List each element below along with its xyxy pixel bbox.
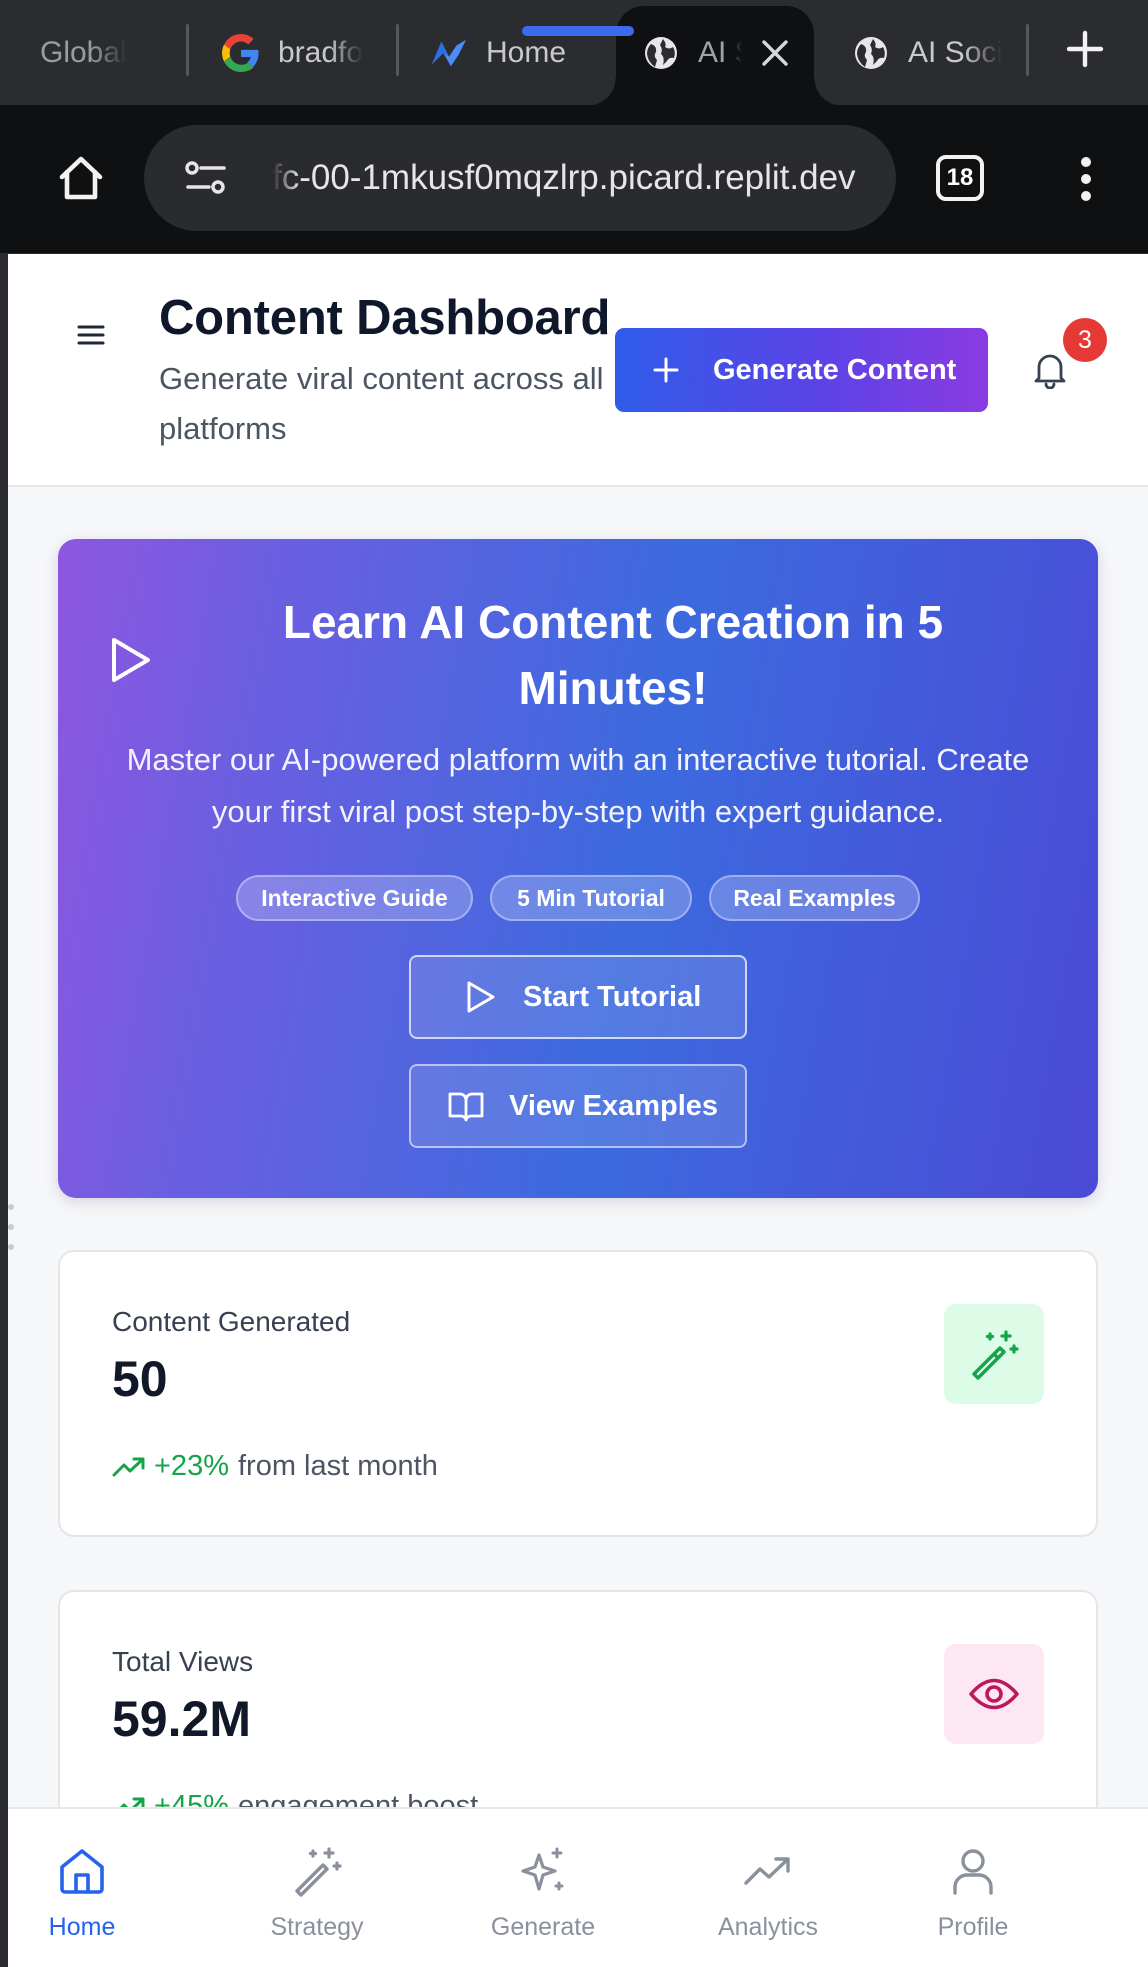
view-examples-label: View Examples <box>509 1089 719 1122</box>
stat-label: Total Views <box>112 1646 254 1677</box>
address-bar[interactable]: fc-00-1mkusf0mqzlrp.picard.replit.dev <box>144 125 896 231</box>
stat-card-content-generated: Content Generated 50 +23% from last mont… <box>58 1250 1098 1537</box>
dashboard-header: Content Dashboard Generate viral content… <box>8 254 1148 487</box>
home-icon <box>59 156 103 200</box>
tab-separator <box>1026 24 1029 76</box>
browser-tab-ai-social[interactable]: AI Soci <box>852 8 1002 98</box>
google-icon <box>222 34 260 72</box>
tab-title: bradfo <box>278 36 364 69</box>
url-text[interactable]: fc-00-1mkusf0mqzlrp.picard.replit.dev <box>272 125 884 231</box>
stat-trend-percent: +23% <box>154 1450 229 1482</box>
home-button[interactable] <box>54 151 108 205</box>
tutorial-description: Master our AI-powered platform with an i… <box>126 742 1030 829</box>
notifications-button[interactable] <box>1028 348 1072 392</box>
more-options-icon[interactable] <box>1070 155 1102 203</box>
start-tutorial-label: Start Tutorial <box>523 980 702 1013</box>
hamburger-icon <box>77 325 105 345</box>
tab-title: Home <box>486 36 567 69</box>
sparkles-icon <box>521 1847 564 1891</box>
tutorial-tag: 5 Min Tutorial <box>490 875 692 921</box>
nav-label: Home <box>48 1913 116 1941</box>
book-open-icon <box>448 1092 484 1122</box>
browser-tab-strip: Global bradfo Home AI S AI Soci <box>0 0 1148 106</box>
view-examples-button[interactable]: View Examples <box>409 1064 747 1148</box>
bell-icon <box>1034 354 1066 389</box>
stat-trend-text: from last month <box>237 1450 438 1482</box>
chart-logo-icon <box>430 34 468 72</box>
magic-wand-icon <box>295 1847 342 1897</box>
browser-tab-bradfo[interactable]: bradfo <box>222 8 390 98</box>
browser-toolbar: fc-00-1mkusf0mqzlrp.picard.replit.dev 18 <box>0 105 1148 253</box>
tab-separator <box>396 24 399 76</box>
side-drag-handle[interactable] <box>8 1204 14 1274</box>
tab-title: Global <box>40 36 127 69</box>
stat-value: 59.2M <box>112 1691 251 1747</box>
nav-label: Analytics <box>717 1913 819 1941</box>
tab-title: AI S <box>698 36 742 69</box>
bottom-navigation: Home Strategy Generate Analytics Profile <box>8 1807 1148 1967</box>
nav-item-analytics[interactable]: Analytics <box>698 1809 838 1967</box>
notification-badge: 3 <box>1063 318 1107 362</box>
new-tab-button[interactable] <box>1062 26 1108 72</box>
nav-label: Strategy <box>270 1913 364 1941</box>
plus-icon <box>653 357 679 383</box>
site-settings-icon[interactable] <box>184 157 228 199</box>
browser-tab-home[interactable]: Home <box>430 8 580 98</box>
globe-icon <box>642 34 680 72</box>
nav-item-profile[interactable]: Profile <box>918 1809 1028 1967</box>
tab-separator <box>186 24 189 76</box>
tab-count-button[interactable]: 18 <box>936 155 984 201</box>
eye-icon <box>944 1644 1044 1744</box>
page-title: Content Dashboard <box>159 291 611 345</box>
plus-icon <box>1066 30 1104 68</box>
tutorial-tag: Interactive Guide <box>236 875 473 921</box>
browser-tab-ai-active[interactable]: AI S <box>642 8 802 98</box>
nav-item-strategy[interactable]: Strategy <box>252 1809 382 1967</box>
stat-label: Content Generated <box>112 1306 351 1337</box>
start-tutorial-button[interactable]: Start Tutorial <box>409 955 747 1039</box>
tutorial-tag: Real Examples <box>709 875 920 921</box>
nav-label: Generate <box>490 1913 596 1941</box>
stat-value: 50 <box>112 1351 168 1407</box>
nav-label: Profile <box>937 1913 1009 1941</box>
play-icon <box>112 638 150 682</box>
globe-icon <box>852 34 890 72</box>
browser-tab-global[interactable]: Global <box>40 8 180 98</box>
trending-up-icon <box>112 1457 145 1476</box>
user-icon <box>953 1849 993 1895</box>
page-subtitle: Generate viral content across all platfo… <box>159 361 604 446</box>
tutorial-banner: Learn AI Content Creation in 5 Minutes! … <box>58 539 1098 1198</box>
menu-button[interactable] <box>66 310 116 360</box>
play-icon <box>467 981 495 1013</box>
close-tab-icon[interactable] <box>760 38 790 68</box>
tab-title: AI Soci <box>908 36 1002 69</box>
trending-up-icon <box>744 1857 790 1885</box>
generate-content-label: Generate Content <box>713 353 957 386</box>
home-icon <box>60 1849 104 1894</box>
tutorial-title: Learn AI Content Creation in 5 Minutes! <box>282 596 944 714</box>
magic-wand-icon <box>944 1304 1044 1404</box>
web-page: Content Dashboard Generate viral content… <box>8 254 1148 1967</box>
generate-content-button[interactable]: Generate Content <box>615 328 988 412</box>
stat-trend: +23% from last month <box>112 1450 438 1483</box>
nav-item-home[interactable]: Home <box>26 1809 138 1967</box>
nav-item-generate[interactable]: Generate <box>478 1809 608 1967</box>
